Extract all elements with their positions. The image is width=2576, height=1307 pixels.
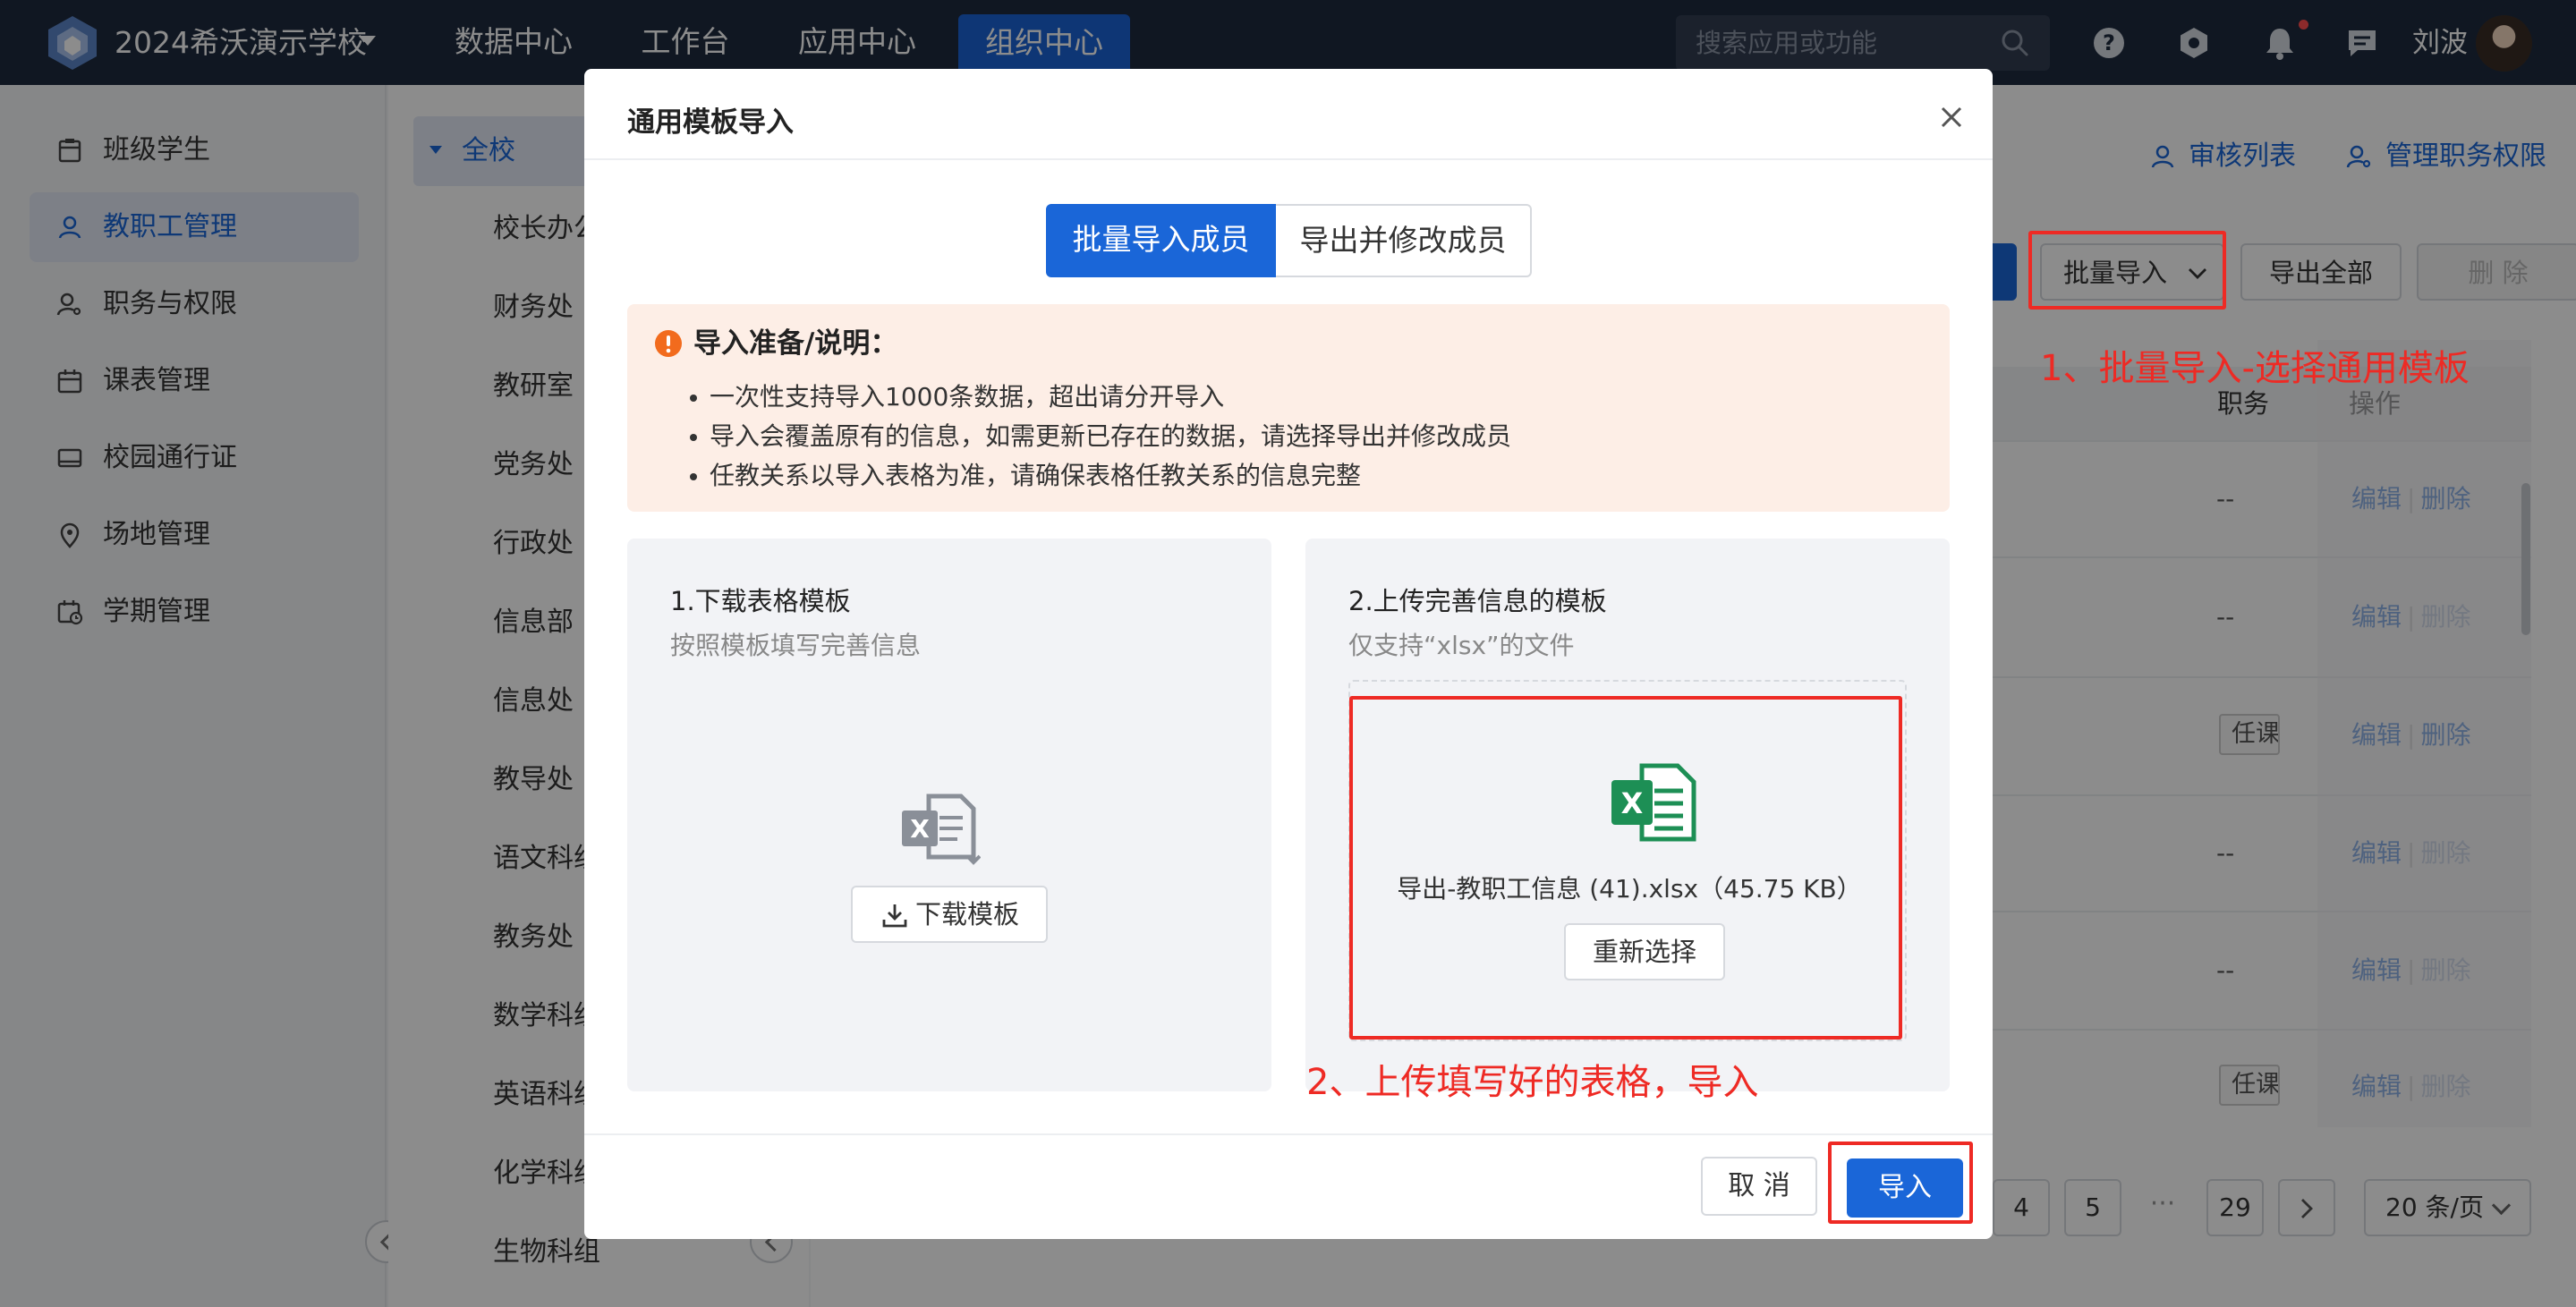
step1-title: 1.下载表格模板 xyxy=(670,586,851,616)
tab-batch-import-members[interactable]: 批量导入成员 xyxy=(1046,204,1276,277)
annotation-box-batch-import xyxy=(2028,231,2226,310)
step2-title: 2.上传完善信息的模板 xyxy=(1348,586,1607,616)
step2-subtitle: 仅支持“xlsx”的文件 xyxy=(1348,631,1575,660)
download-template-panel: 1.下载表格模板 按照模板填写完善信息 X 下载模板 xyxy=(627,539,1271,1091)
download-template-button[interactable]: 下载模板 xyxy=(851,886,1048,943)
annotation-step2: 2、上传填写好的表格，导入 xyxy=(1306,1062,1759,1103)
annotation-box-upload xyxy=(1349,696,1902,1040)
dialog-title: 通用模板导入 xyxy=(627,106,794,139)
close-icon[interactable] xyxy=(1932,98,1971,137)
dialog-header-divider xyxy=(584,158,1993,160)
notice-item: 一次性支持导入1000条数据，超出请分开导入 xyxy=(689,378,1224,417)
cancel-button[interactable]: 取 消 xyxy=(1701,1157,1817,1216)
notice-title: 导入准备/说明： xyxy=(693,327,898,360)
svg-text:X: X xyxy=(910,814,930,844)
excel-download-icon: X xyxy=(902,794,981,865)
download-icon xyxy=(882,904,907,928)
annotation-box-import xyxy=(1828,1142,1973,1224)
tab-export-modify-members[interactable]: 导出并修改成员 xyxy=(1276,204,1532,277)
dialog-footer-divider xyxy=(584,1133,1993,1135)
notice-item: 导入会覆盖原有的信息，如需更新已存在的数据，请选择导出并修改成员 xyxy=(689,417,1511,456)
download-template-label: 下载模板 xyxy=(915,899,1020,929)
warning-icon xyxy=(655,330,682,357)
notice-item: 任教关系以导入表格为准，请确保表格任教关系的信息完整 xyxy=(689,456,1361,496)
template-import-dialog: 通用模板导入 批量导入成员 导出并修改成员 导入准备/说明： 一次性支持导入10… xyxy=(584,69,1993,1239)
step1-subtitle: 按照模板填写完善信息 xyxy=(670,631,922,660)
import-notice: 导入准备/说明： 一次性支持导入1000条数据，超出请分开导入 导入会覆盖原有的… xyxy=(627,304,1950,512)
annotation-step1: 1、批量导入-选择通用模板 xyxy=(2040,348,2470,389)
